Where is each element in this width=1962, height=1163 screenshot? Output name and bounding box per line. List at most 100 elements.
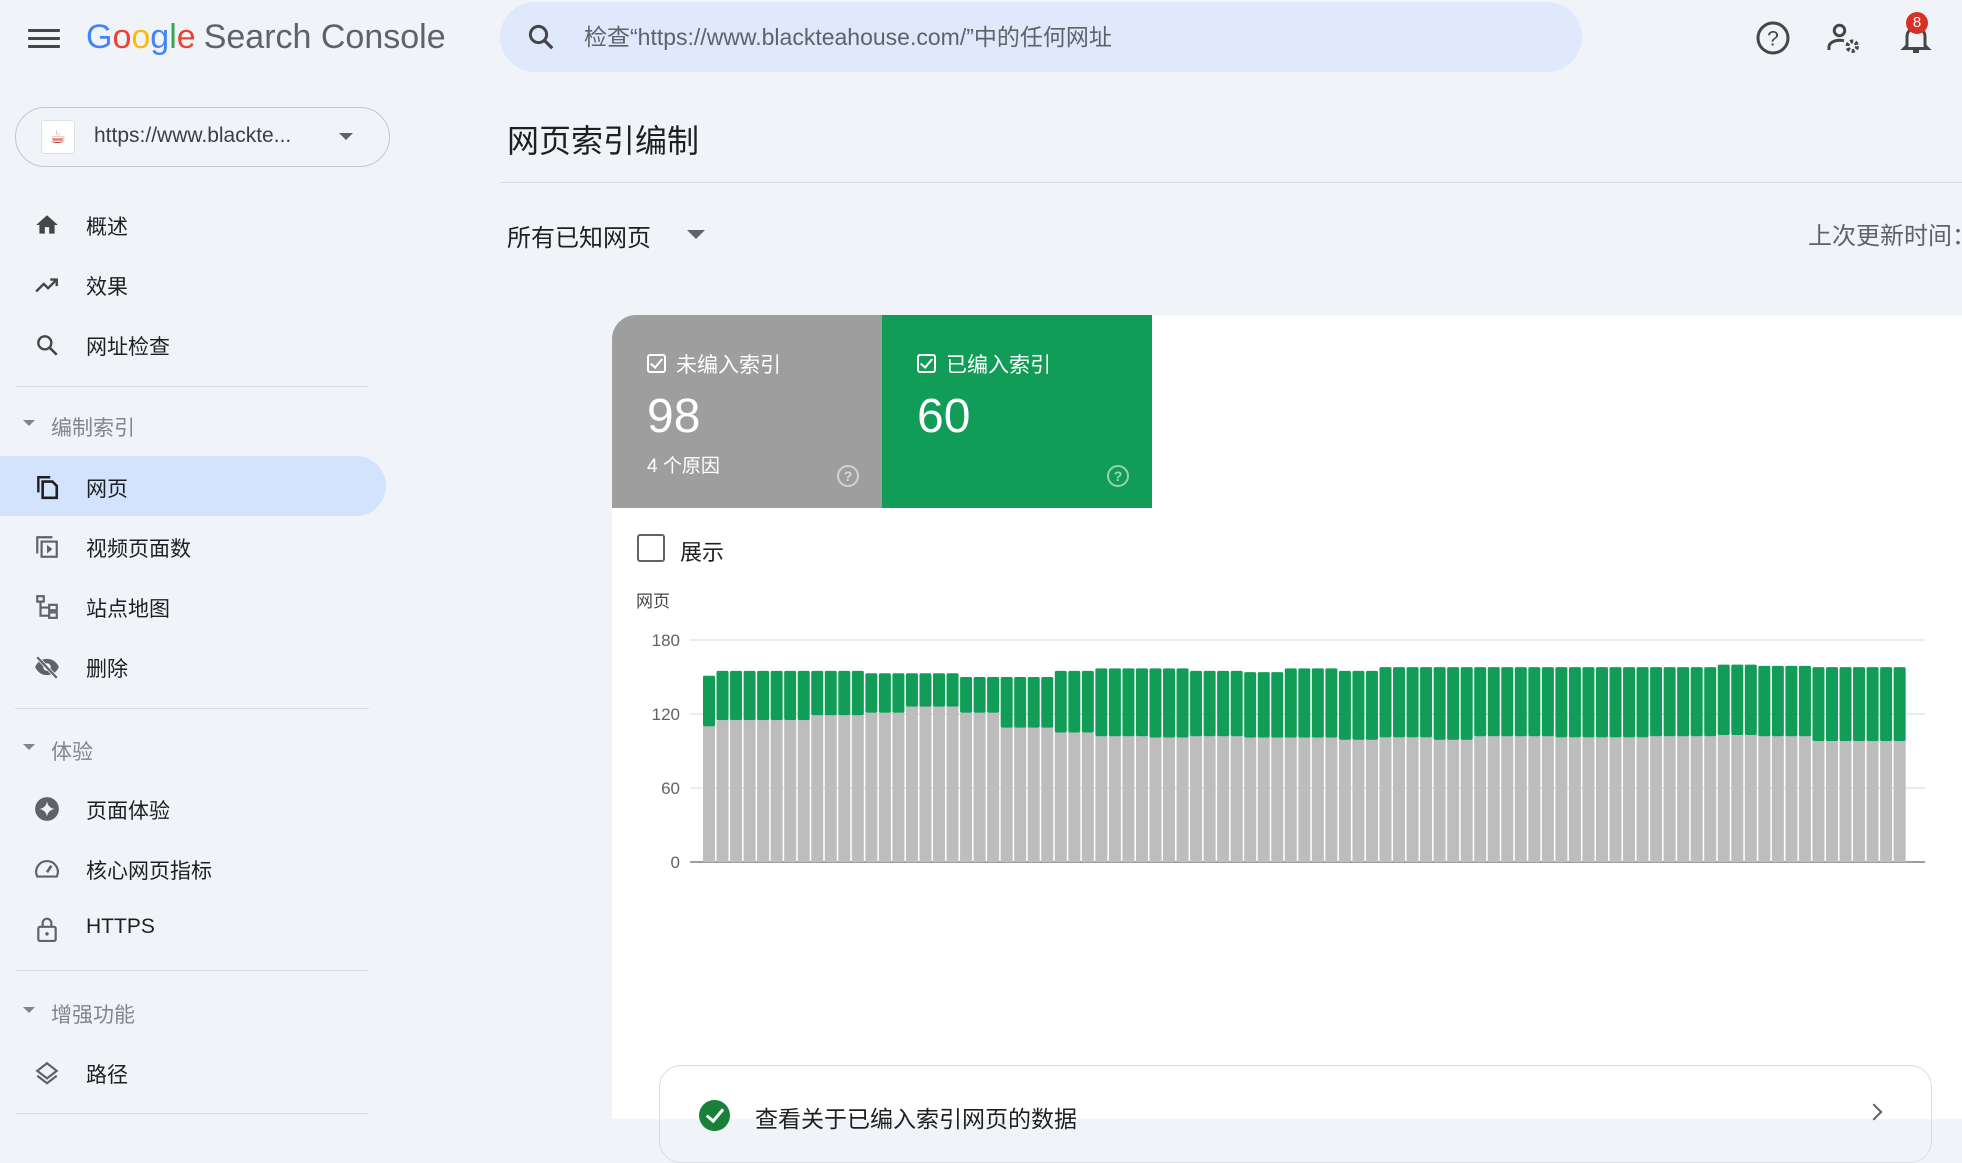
bar-not-indexed[interactable] [811, 715, 824, 862]
bar-not-indexed[interactable] [1068, 732, 1081, 863]
bar-indexed[interactable] [824, 670, 837, 716]
nav-breadcrumbs[interactable]: 路径 [0, 1042, 386, 1102]
bar-not-indexed[interactable] [1027, 727, 1040, 862]
bar-indexed[interactable] [1663, 667, 1676, 737]
bar-indexed[interactable] [1041, 677, 1054, 728]
bar-not-indexed[interactable] [1825, 741, 1838, 862]
bar-not-indexed[interactable] [1650, 736, 1663, 862]
bar-indexed[interactable] [1447, 667, 1460, 740]
nav-core-web-vitals[interactable]: 核心网页指标 [0, 838, 386, 898]
bar-not-indexed[interactable] [1393, 737, 1406, 862]
bar-indexed[interactable] [1460, 667, 1473, 740]
help-icon[interactable]: ? [1107, 465, 1129, 487]
bar-not-indexed[interactable] [1501, 736, 1514, 862]
nav-https[interactable]: HTTPS [0, 898, 386, 958]
bar-not-indexed[interactable] [1379, 737, 1392, 862]
property-selector[interactable]: ☕ https://www.blackte... [15, 107, 390, 167]
bar-indexed[interactable] [905, 673, 918, 707]
bar-indexed[interactable] [1325, 668, 1338, 738]
bar-indexed[interactable] [1000, 677, 1013, 728]
bar-indexed[interactable] [1704, 667, 1717, 737]
view-indexed-pages-link[interactable]: 查看关于已编入索引网页的数据 [659, 1065, 1932, 1163]
nav-page-experience[interactable]: 页面体验 [0, 778, 386, 838]
bar-indexed[interactable] [757, 670, 770, 721]
bar-not-indexed[interactable] [797, 720, 810, 862]
bar-not-indexed[interactable] [1555, 737, 1568, 862]
nav-sitemaps[interactable]: 站点地图 [0, 576, 386, 636]
bar-indexed[interactable] [1853, 667, 1866, 742]
bar-indexed[interactable] [1785, 665, 1798, 737]
bar-not-indexed[interactable] [1338, 739, 1351, 862]
bar-indexed[interactable] [1893, 667, 1906, 742]
search-input[interactable] [584, 16, 1544, 58]
user-settings-icon[interactable] [1826, 20, 1862, 56]
page-filter-dropdown[interactable]: 所有已知网页 [507, 218, 705, 258]
bar-not-indexed[interactable] [1609, 737, 1622, 862]
bar-indexed[interactable] [987, 677, 1000, 713]
bar-not-indexed[interactable] [1663, 736, 1676, 862]
bar-indexed[interactable] [1514, 667, 1527, 737]
bar-not-indexed[interactable] [1798, 736, 1811, 862]
bar-indexed[interactable] [1880, 667, 1893, 742]
checkbox-unchecked[interactable] [637, 534, 665, 562]
bar-indexed[interactable] [1014, 677, 1027, 728]
bar-indexed[interactable] [1555, 667, 1568, 738]
bar-indexed[interactable] [1217, 670, 1230, 737]
bar-not-indexed[interactable] [1717, 734, 1730, 862]
bar-indexed[interactable] [770, 670, 783, 721]
bar-not-indexed[interactable] [757, 720, 770, 862]
bar-indexed[interactable] [1081, 670, 1094, 733]
nav-pages[interactable]: 网页 [0, 456, 386, 516]
bar-not-indexed[interactable] [1433, 739, 1446, 862]
bar-not-indexed[interactable] [1217, 736, 1230, 862]
bar-not-indexed[interactable] [1582, 737, 1595, 862]
bar-not-indexed[interactable] [784, 720, 797, 862]
bar-indexed[interactable] [1825, 667, 1838, 742]
bar-indexed[interactable] [1176, 668, 1189, 738]
url-inspection-search[interactable] [500, 2, 1582, 72]
bar-not-indexed[interactable] [1365, 739, 1378, 862]
bar-not-indexed[interactable] [730, 720, 743, 862]
bar-not-indexed[interactable] [1122, 736, 1135, 862]
bar-not-indexed[interactable] [1853, 741, 1866, 862]
bar-indexed[interactable] [851, 670, 864, 716]
bar-indexed[interactable] [1311, 668, 1324, 738]
bar-not-indexed[interactable] [1203, 736, 1216, 862]
bar-indexed[interactable] [1230, 670, 1243, 737]
checkbox-checked-icon[interactable] [647, 354, 666, 373]
bar-indexed[interactable] [1433, 667, 1446, 740]
bar-indexed[interactable] [1744, 664, 1757, 735]
bar-indexed[interactable] [1528, 667, 1541, 737]
bar-indexed[interactable] [865, 673, 878, 713]
bar-not-indexed[interactable] [1176, 737, 1189, 862]
bar-not-indexed[interactable] [1420, 737, 1433, 862]
bar-not-indexed[interactable] [1014, 727, 1027, 862]
bar-not-indexed[interactable] [851, 715, 864, 862]
bar-indexed[interactable] [1487, 667, 1500, 737]
bar-not-indexed[interactable] [973, 712, 986, 862]
bar-not-indexed[interactable] [1000, 727, 1013, 862]
bar-not-indexed[interactable] [1677, 736, 1690, 862]
bar-not-indexed[interactable] [1095, 736, 1108, 862]
help-icon[interactable]: ? [1755, 20, 1791, 56]
bar-indexed[interactable] [1393, 667, 1406, 738]
nav-performance[interactable]: 效果 [0, 254, 386, 314]
bar-not-indexed[interactable] [1041, 727, 1054, 862]
not-indexed-tile[interactable]: 未编入索引 98 4 个原因 ? [612, 315, 882, 508]
bar-not-indexed[interactable] [1190, 736, 1203, 862]
bar-not-indexed[interactable] [1081, 732, 1094, 863]
bar-indexed[interactable] [1420, 667, 1433, 738]
indexed-tile[interactable]: 已编入索引 60 ? [882, 315, 1152, 508]
main-menu-button[interactable] [28, 24, 60, 52]
bar-not-indexed[interactable] [1839, 741, 1852, 862]
nav-video-pages[interactable]: 视频页面数 [0, 516, 386, 576]
bar-not-indexed[interactable] [1514, 736, 1527, 862]
bar-not-indexed[interactable] [703, 726, 715, 862]
bar-not-indexed[interactable] [1447, 739, 1460, 862]
bar-not-indexed[interactable] [770, 720, 783, 862]
bar-indexed[interactable] [1650, 667, 1663, 737]
bar-indexed[interactable] [1095, 668, 1108, 737]
bar-not-indexed[interactable] [1758, 736, 1771, 862]
bar-not-indexed[interactable] [1623, 737, 1636, 862]
bar-indexed[interactable] [716, 670, 729, 721]
